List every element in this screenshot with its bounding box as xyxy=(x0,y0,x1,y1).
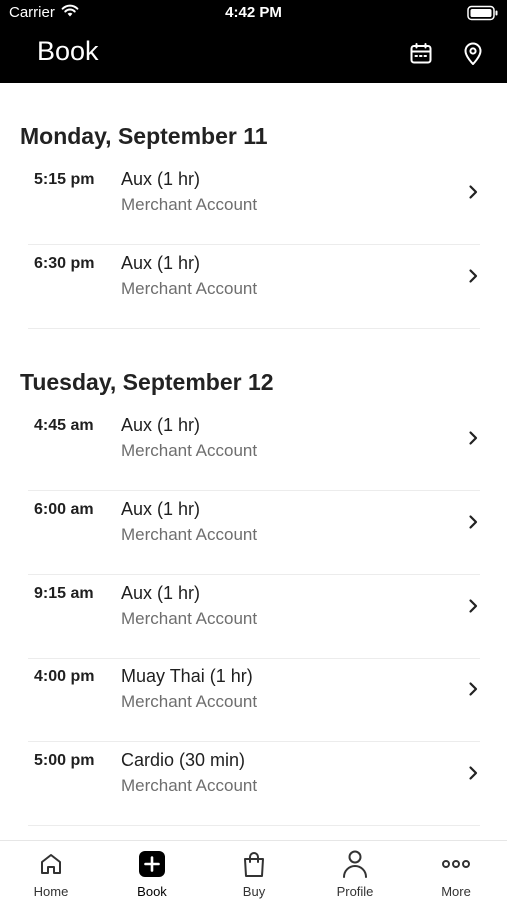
class-merchant: Merchant Account xyxy=(121,195,258,214)
tab-label: Buy xyxy=(242,884,266,899)
class-merchant: Merchant Account xyxy=(121,776,258,795)
class-merchant: Merchant Account xyxy=(121,692,258,711)
chevron-right-icon xyxy=(469,766,478,780)
bottom-tab-bar: Home Book Buy Profile More xyxy=(0,840,507,901)
status-bar: Carrier 4:42 PM xyxy=(0,0,507,26)
class-schedule-list[interactable]: Monday, September 11 5:15 pm Aux (1 hr) … xyxy=(0,83,507,840)
app-header: Book xyxy=(0,26,507,83)
wifi-icon xyxy=(61,4,79,21)
more-dots-icon xyxy=(442,860,470,868)
class-time: 9:15 am xyxy=(34,585,94,602)
chevron-right-icon xyxy=(469,682,478,696)
carrier-group: Carrier xyxy=(9,4,79,21)
row-divider xyxy=(28,328,480,329)
chevron-right-icon xyxy=(469,599,478,613)
chevron-right-icon xyxy=(469,269,478,283)
class-name: Muay Thai (1 hr) xyxy=(121,666,253,686)
tab-buy[interactable]: Buy xyxy=(204,841,304,901)
class-name: Aux (1 hr) xyxy=(121,583,201,603)
chevron-right-icon xyxy=(469,515,478,529)
class-time: 4:00 pm xyxy=(34,668,95,685)
tab-label: Book xyxy=(137,884,167,899)
shopping-bag-icon xyxy=(244,852,264,877)
person-icon xyxy=(343,850,367,878)
calendar-icon xyxy=(410,43,432,64)
class-row[interactable]: 9:15 am Aux (1 hr) Merchant Account xyxy=(0,575,507,659)
class-time: 6:00 am xyxy=(34,501,94,518)
class-row[interactable]: 6:30 pm Aux (1 hr) Merchant Account xyxy=(0,245,507,329)
class-name: Aux (1 hr) xyxy=(121,253,201,273)
tab-profile[interactable]: Profile xyxy=(305,841,405,901)
location-pin-icon xyxy=(464,42,482,65)
class-merchant: Merchant Account xyxy=(121,609,258,628)
class-name: Cardio (30 min) xyxy=(121,750,246,770)
calendar-button[interactable] xyxy=(407,40,435,68)
class-merchant: Merchant Account xyxy=(121,441,258,460)
tab-book[interactable]: Book xyxy=(102,841,202,901)
tab-home[interactable]: Home xyxy=(1,841,101,901)
class-row[interactable]: 6:00 am Aux (1 hr) Merchant Account xyxy=(0,491,507,575)
class-row[interactable]: 5:00 pm Cardio (30 min) Merchant Account xyxy=(0,742,507,826)
chevron-right-icon xyxy=(469,431,478,445)
day-heading-monday: Monday, September 11 xyxy=(20,123,268,149)
class-name: Aux (1 hr) xyxy=(121,169,201,189)
class-row[interactable]: 4:45 am Aux (1 hr) Merchant Account xyxy=(0,407,507,491)
carrier-label: Carrier xyxy=(9,4,55,21)
plus-square-icon xyxy=(139,851,165,877)
class-merchant: Merchant Account xyxy=(121,279,258,298)
class-time: 5:00 pm xyxy=(34,752,95,769)
class-name: Aux (1 hr) xyxy=(121,415,201,435)
page-title: Book xyxy=(37,36,99,66)
class-merchant: Merchant Account xyxy=(121,525,258,544)
row-divider xyxy=(28,825,480,826)
class-time: 5:15 pm xyxy=(34,171,95,188)
day-heading-tuesday: Tuesday, September 12 xyxy=(20,369,274,395)
class-time: 6:30 pm xyxy=(34,255,95,272)
class-name: Aux (1 hr) xyxy=(121,499,201,519)
tab-label: More xyxy=(441,884,471,899)
tab-label: Home xyxy=(33,884,69,899)
class-row[interactable]: 4:00 pm Muay Thai (1 hr) Merchant Accoun… xyxy=(0,658,507,742)
location-button[interactable] xyxy=(459,40,487,68)
home-icon xyxy=(41,854,61,874)
chevron-right-icon xyxy=(469,185,478,199)
class-row[interactable]: 5:15 pm Aux (1 hr) Merchant Account xyxy=(0,161,507,245)
tab-more[interactable]: More xyxy=(406,841,506,901)
tab-label: Profile xyxy=(336,884,374,899)
class-time: 4:45 am xyxy=(34,417,94,434)
battery-icon xyxy=(467,5,499,25)
